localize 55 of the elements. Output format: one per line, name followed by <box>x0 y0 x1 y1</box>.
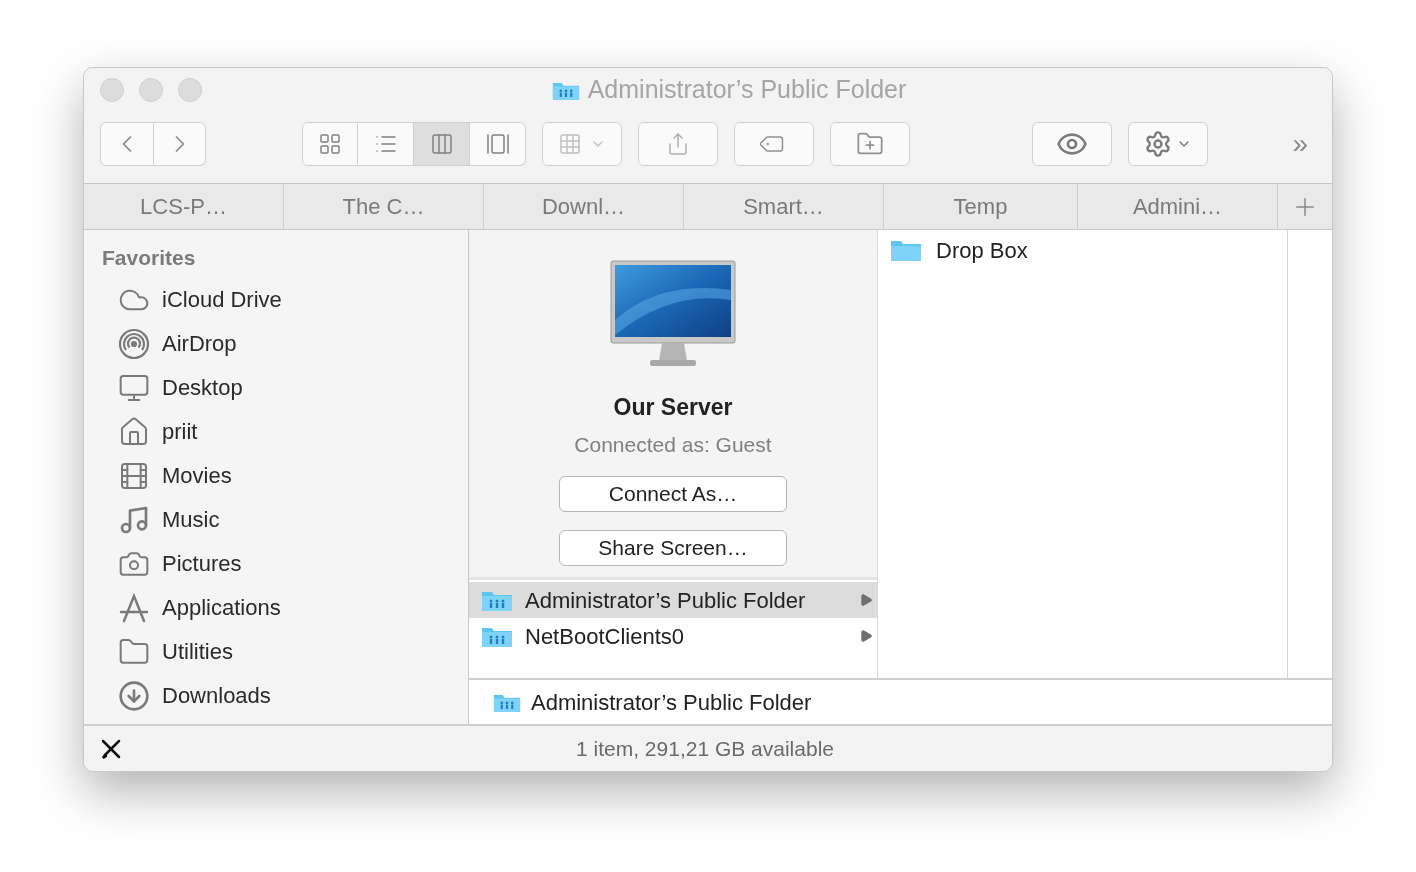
sidebar-item[interactable]: Pictures <box>102 541 468 586</box>
close-button[interactable] <box>100 78 124 102</box>
sidebar-item[interactable]: Desktop <box>102 365 468 410</box>
home-icon <box>118 415 150 448</box>
sidebar-item[interactable]: Downloads <box>102 673 468 718</box>
arrange-button[interactable] <box>542 121 622 166</box>
cover-flow-icon <box>485 131 510 156</box>
share-button[interactable] <box>638 121 718 166</box>
folder-icon <box>890 238 922 262</box>
columns-icon <box>429 131 454 156</box>
status-text: 1 item, 291,21 GB available <box>576 735 834 762</box>
sidebar-item[interactable]: Utilities <box>102 629 468 674</box>
download-icon <box>118 679 150 712</box>
quick-look-button[interactable] <box>1032 121 1113 166</box>
settings-icon <box>1144 129 1173 158</box>
share-row[interactable]: Administrator’s Public Folder <box>469 582 877 618</box>
grid-icon <box>318 131 342 156</box>
minimize-button[interactable] <box>139 78 163 102</box>
sidebar-item[interactable]: AirDrop <box>102 321 468 366</box>
tab[interactable]: Temp <box>884 184 1078 229</box>
zoom-button[interactable] <box>178 78 202 102</box>
applications-icon <box>118 591 150 624</box>
airdrop-icon <box>118 327 150 360</box>
tab[interactable]: Smart… <box>684 184 884 229</box>
server-name: Our Server <box>613 393 733 422</box>
icon-view-button[interactable] <box>302 121 358 166</box>
new-folder-button[interactable] <box>830 121 910 166</box>
forward-button[interactable] <box>154 121 206 166</box>
disclosure-arrow-icon <box>859 629 873 643</box>
path-item[interactable]: Administrator’s Public Folder <box>531 685 812 719</box>
tab[interactable]: Admini… <box>1078 184 1278 229</box>
sidebar-item[interactable]: Movies <box>102 453 468 498</box>
column-view-button[interactable] <box>414 121 470 166</box>
list-view-button[interactable] <box>358 121 414 166</box>
folder-row[interactable]: Drop Box <box>878 236 1287 264</box>
share-icon <box>666 131 690 156</box>
share-row[interactable]: NetBootClients0 <box>469 618 877 654</box>
connection-status: Connected as: Guest <box>574 431 772 458</box>
grid-icon <box>558 131 582 156</box>
sidebar-item[interactable]: priit <box>102 409 468 454</box>
tab[interactable]: LCS-P… <box>84 184 284 229</box>
action-button[interactable]: Share Screen… <box>559 530 787 566</box>
cover-flow-button[interactable] <box>470 121 526 166</box>
tag-button[interactable] <box>734 121 814 166</box>
tab[interactable]: Downl… <box>484 184 684 229</box>
settings-button[interactable] <box>1128 121 1209 166</box>
action-button[interactable]: Connect As… <box>559 476 787 512</box>
disclosure-arrow-icon <box>859 593 873 607</box>
window-title: Administrator’s Public Folder <box>587 74 907 106</box>
sidebar-heading: Favorites <box>102 245 197 271</box>
back-button[interactable] <box>100 121 154 166</box>
sidebar-item[interactable]: Music <box>102 497 468 542</box>
sidebar-item[interactable]: iCloud Drive <box>102 277 468 322</box>
sidebar-item[interactable]: Applications <box>102 585 468 630</box>
tab[interactable]: The C… <box>284 184 484 229</box>
